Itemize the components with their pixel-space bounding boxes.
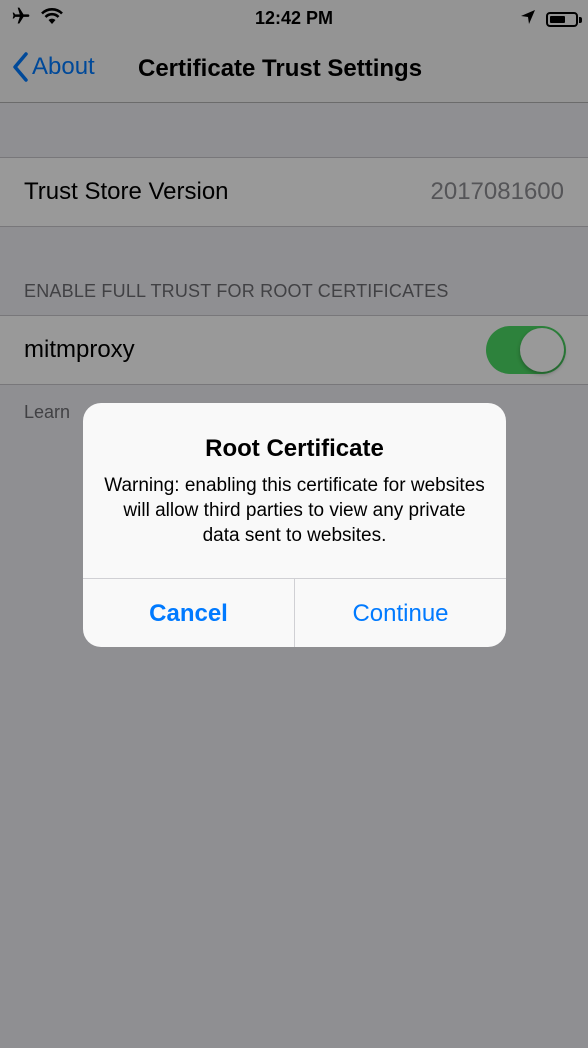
alert-dialog: Root Certificate Warning: enabling this … <box>83 403 506 647</box>
alert-message: Warning: enabling this certificate for w… <box>104 475 485 546</box>
alert-buttons: Cancel Continue <box>83 578 506 647</box>
continue-button[interactable]: Continue <box>295 579 506 647</box>
cancel-button[interactable]: Cancel <box>83 579 295 647</box>
alert-title: Root Certificate <box>205 435 384 462</box>
